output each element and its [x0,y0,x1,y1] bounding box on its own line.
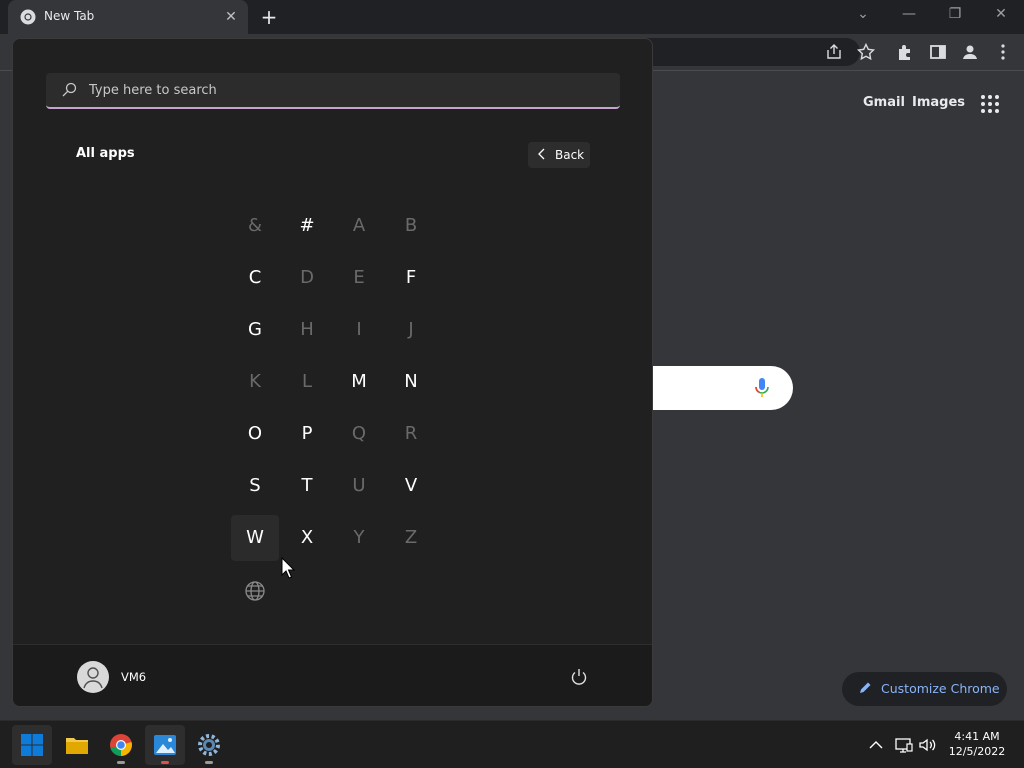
letter-jump-b: B [404,215,418,236]
google-apps-icon[interactable] [980,94,1000,114]
chrome-icon [110,734,132,756]
new-tab-button[interactable]: + [258,6,280,28]
windows-logo-icon [21,734,43,756]
network-icon[interactable] [894,735,914,755]
chevron-left-icon [538,148,545,160]
letter-jump-j: J [408,319,414,340]
extensions-icon[interactable] [896,42,916,62]
minimize-button[interactable]: — [886,0,932,30]
settings-taskbar-button[interactable] [189,725,229,765]
volume-icon[interactable] [918,735,938,755]
letter-jump-y: Y [353,527,365,548]
images-link[interactable]: Images [912,95,965,110]
letter-jump-t[interactable]: T [283,463,331,509]
folder-icon [66,738,88,754]
mouse-cursor-icon [281,557,295,579]
restore-button[interactable]: ❐ [932,0,978,30]
clock-time: 4:41 AM [954,730,1000,743]
letter-jump-l: L [301,371,313,392]
start-menu-footer: VM6 [13,644,652,706]
file-explorer-button[interactable] [57,725,97,765]
photos-taskbar-button[interactable] [145,725,185,765]
share-icon[interactable] [824,42,844,62]
taskbar: 4:41 AM 12/5/2022 [0,720,1024,768]
search-icon [62,82,77,97]
letter-jump-w[interactable]: W [231,515,279,561]
letter-jump-s[interactable]: S [231,463,279,509]
start-button[interactable] [12,725,52,765]
chrome-taskbar-button[interactable] [101,725,141,765]
chevron-up-icon[interactable] [866,735,886,755]
user-name[interactable]: VM6 [121,670,146,684]
letter-jump-h: H [300,319,314,340]
letter-jump-i: I [356,319,362,340]
back-label: Back [555,148,585,162]
tab-strip: New Tab ✕ + ⌄ — ❐ ✕ [0,0,1024,34]
start-menu: Type here to search All apps Back & # A B C D… [12,38,653,707]
start-search-box[interactable]: Type here to search [46,73,620,109]
chrome-favicon-icon [20,9,36,25]
letter-jump-k: K [249,371,261,392]
tab-close-icon[interactable]: ✕ [222,8,240,26]
running-indicator [117,761,125,764]
letter-jump-r: R [404,423,418,444]
globe-icon[interactable] [231,567,279,615]
side-panel-icon[interactable] [928,42,948,62]
bookmark-star-icon[interactable] [856,42,876,62]
alphabet-jump-grid: & # A B C D E F G H I J K L M N O P Q R S T U V W X Y Z [231,203,439,619]
window-close-button[interactable]: ✕ [978,0,1024,30]
customize-chrome-button[interactable]: Customize Chrome [842,672,1007,706]
letter-jump-q: Q [351,423,367,444]
tab-title: New Tab [44,9,95,23]
user-avatar[interactable] [77,661,109,693]
letter-jump-g[interactable]: G [231,307,279,353]
voice-search-icon[interactable] [752,376,772,400]
settings-gear-icon [198,734,220,756]
letter-jump-hash[interactable]: # [283,203,331,249]
letter-jump-p[interactable]: P [283,411,331,457]
power-icon[interactable] [569,667,589,687]
letter-jump-x[interactable]: X [283,515,331,561]
all-apps-heading: All apps [76,146,135,161]
profile-icon[interactable] [960,42,980,62]
customize-chrome-label: Customize Chrome [881,681,1000,696]
running-indicator [161,761,169,764]
letter-jump-ampersand: & [247,215,263,236]
letter-jump-a: A [352,215,366,236]
photos-icon [154,735,176,755]
tab-search-icon[interactable]: ⌄ [840,0,886,30]
search-placeholder: Type here to search [89,83,217,98]
back-button[interactable]: Back [528,142,590,168]
letter-jump-n[interactable]: N [387,359,435,405]
letter-jump-d: D [300,267,314,288]
letter-jump-z: Z [404,527,418,548]
clock-date: 12/5/2022 [948,745,1006,758]
pencil-icon [860,682,871,693]
letter-jump-o[interactable]: O [231,411,279,457]
running-indicator [205,761,213,764]
chrome-menu-icon[interactable] [993,42,1013,62]
gmail-link[interactable]: Gmail [863,95,905,110]
letter-jump-e: E [353,267,365,288]
letter-jump-f[interactable]: F [387,255,435,301]
user-silhouette-icon [83,667,103,689]
letter-jump-v[interactable]: V [387,463,435,509]
letter-jump-c[interactable]: C [231,255,279,301]
system-clock[interactable]: 4:41 AM 12/5/2022 [944,729,1010,759]
letter-jump-m[interactable]: M [335,359,383,405]
letter-jump-u: U [352,475,366,496]
tab-new-tab[interactable]: New Tab ✕ [8,0,248,34]
